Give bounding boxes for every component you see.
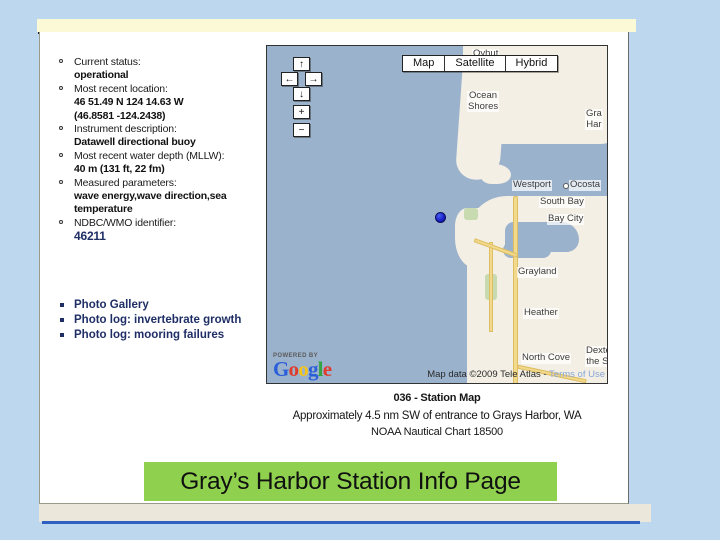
map-landmass-peninsula-tip (481, 164, 511, 184)
map-road-secondary (489, 242, 493, 332)
info-item-instrument: Instrument description: Datawell directi… (56, 123, 256, 150)
map-place-label-dexter-by-the-sea: Dexter the Se (585, 345, 607, 367)
circle-bullet-icon (59, 179, 63, 184)
attribution-text: Map data ©2009 Tele Atlas - (427, 369, 550, 380)
info-label: Measured parameters: (74, 176, 177, 189)
caption-chart-reference: NOAA Nautical Chart 18500 (371, 426, 503, 438)
info-item-parameters: Measured parameters: wave energy,wave di… (56, 177, 256, 217)
map-type-switcher: Map Satellite Hybrid (402, 55, 559, 72)
footer-rule (42, 521, 640, 524)
map-caption: 036 - Station Map Approximately 4.5 nm S… (266, 392, 608, 438)
map-place-label-bay-city: Bay City (547, 213, 585, 225)
google-letter-g: G (273, 357, 289, 381)
pan-left-button[interactable]: ← (281, 72, 298, 86)
map-place-label-westport: Westport (512, 179, 552, 191)
top-decorative-band (37, 19, 636, 32)
zoom-out-button[interactable]: − (293, 123, 310, 137)
terms-of-use-link[interactable]: Terms of Use (549, 369, 605, 380)
info-label: Current status: (74, 56, 141, 68)
info-value: 46 51.49 N 124 14.63 W (46.8581 -124.243… (74, 96, 184, 122)
google-letter-g2: g (307, 357, 318, 381)
link-label: Photo log: mooring failures (74, 329, 225, 341)
link-photo-log-mooring[interactable]: Photo log: mooring failures (56, 328, 266, 343)
zoom-in-button[interactable]: + (293, 105, 310, 119)
info-value: operational (74, 69, 129, 82)
map-attribution: Map data ©2009 Tele Atlas - Terms of Use (427, 369, 605, 380)
google-letter-o2: o (298, 357, 308, 381)
map-place-label-ocosta: Ocosta (569, 179, 602, 191)
footer-band (39, 504, 651, 522)
info-label: Most recent water depth (MLLW): (74, 149, 225, 162)
map-type-hybrid[interactable]: Hybrid (505, 56, 558, 71)
station-info-list: Current status: operational Most recent … (56, 56, 256, 244)
map-place-label-grays-harbor: Gra Har (585, 108, 603, 130)
info-value: wave energy,wave direction,sea temperatu… (74, 190, 227, 216)
circle-bullet-icon (59, 126, 63, 131)
link-label: Photo log: invertebrate growth (74, 314, 242, 326)
map-place-label-grayland: Grayland (517, 266, 558, 278)
google-logo: POWERED BY Google (273, 353, 332, 381)
map-place-label-heather: Heather (523, 307, 559, 319)
info-value: Datawell directional buoy (74, 136, 196, 149)
circle-bullet-icon (59, 85, 63, 90)
info-label: NDBC/WMO identifier: (74, 216, 177, 229)
map-type-map[interactable]: Map (403, 56, 446, 71)
info-value-identifier: 46211 (74, 229, 106, 244)
slide: Current status: operational Most recent … (0, 0, 720, 540)
link-photo-gallery[interactable]: Photo Gallery (56, 298, 266, 313)
square-bullet-icon (60, 303, 64, 307)
info-item-status: Current status: operational (56, 56, 256, 83)
info-label: Instrument description: (74, 123, 177, 136)
page-title-banner: Gray’s Harbor Station Info Page (144, 462, 557, 501)
pan-up-button[interactable]: ↑ (293, 57, 310, 71)
map-type-satellite[interactable]: Satellite (445, 56, 506, 71)
info-value: 40 m (131 ft, 22 fm) (74, 163, 165, 176)
pan-down-button[interactable]: ↓ (293, 87, 310, 101)
info-item-water-depth: Most recent water depth (MLLW): 40 m (13… (56, 150, 256, 177)
caption-title: 036 - Station Map (393, 392, 481, 404)
map-place-label-north-cove: North Cove (521, 352, 572, 364)
circle-bullet-icon (59, 152, 63, 157)
square-bullet-icon (60, 318, 64, 322)
square-bullet-icon (60, 333, 64, 337)
photo-links-list: Photo Gallery Photo log: invertebrate gr… (56, 298, 266, 343)
link-label: Photo Gallery (74, 299, 149, 311)
google-wordmark: Google (273, 357, 332, 381)
circle-bullet-icon (59, 219, 63, 224)
map-place-label-ocean-shores: Ocean Shores (467, 90, 500, 112)
info-item-location: Most recent location: 46 51.49 N 124 14.… (56, 83, 256, 123)
google-letter-o1: o (288, 357, 299, 381)
page-title: Gray’s Harbor Station Info Page (180, 467, 521, 495)
buoy-marker-icon[interactable] (435, 212, 446, 223)
info-label: Most recent location: (74, 82, 168, 95)
link-photo-log-invertebrate[interactable]: Photo log: invertebrate growth (56, 313, 266, 328)
station-map[interactable]: Oyhut Ocean Shores Gra Har Westport Ocos… (266, 45, 608, 384)
pan-right-button[interactable]: → (305, 72, 322, 86)
map-green-area (464, 208, 478, 220)
circle-bullet-icon (59, 59, 63, 63)
map-pan-zoom-controls: ↑ ← → ↓ + − (281, 57, 322, 143)
map-place-label-south-bay: South Bay (539, 196, 585, 208)
google-letter-e: e (322, 357, 332, 381)
caption-location-description: Approximately 4.5 nm SW of entrance to G… (292, 410, 582, 422)
map-landmass-ocean-shores-peninsula (454, 58, 508, 182)
info-item-identifier: NDBC/WMO identifier: 46211 (56, 217, 256, 244)
map-road-primary (513, 196, 518, 383)
